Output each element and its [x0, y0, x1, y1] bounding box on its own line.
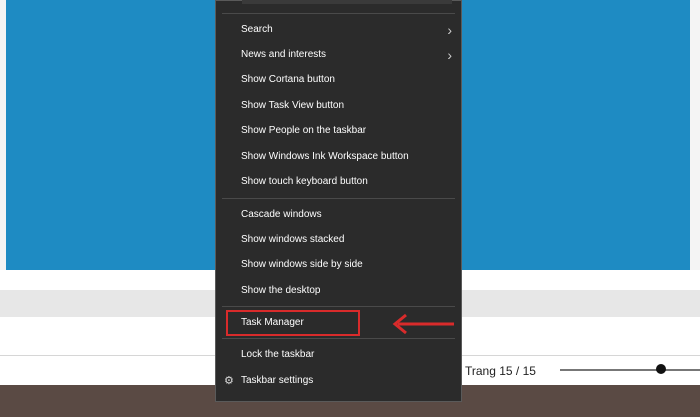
window-left-gutter	[0, 0, 6, 270]
menu-item-label: News and interests	[241, 49, 327, 60]
menu-separator	[222, 306, 455, 307]
menu-item-show-windows-side-by-side[interactable]: Show windows side by side	[215, 253, 462, 277]
menu-item-label: Show touch keyboard button	[241, 176, 368, 187]
menu-item-show-cortana-button[interactable]: Show Cortana button	[215, 68, 462, 92]
taskbar-context-menu: Search › News and interests › Show Corta…	[215, 0, 462, 402]
menu-item-label: Show windows side by side	[241, 259, 363, 270]
menu-item-label: Lock the taskbar	[241, 349, 315, 360]
menu-item-label: Taskbar settings	[241, 375, 314, 386]
task-manager-highlight-box	[226, 310, 360, 336]
page-indicator: Trang 15 / 15	[465, 364, 536, 378]
menu-item-label: Cascade windows	[241, 209, 322, 220]
menu-item-show-task-view-button[interactable]: Show Task View button	[215, 94, 462, 118]
menu-item-taskbar-settings[interactable]: ⚙ Taskbar settings	[215, 369, 462, 393]
menu-item-show-ink-workspace[interactable]: Show Windows Ink Workspace button	[215, 145, 462, 169]
menu-item-label: Show Windows Ink Workspace button	[241, 151, 409, 162]
menu-item-label: Show Cortana button	[241, 74, 335, 85]
menu-separator	[222, 198, 455, 199]
menu-item-label: Show Task View button	[241, 100, 345, 111]
menu-item-show-the-desktop[interactable]: Show the desktop	[215, 279, 462, 303]
menu-separator	[222, 13, 455, 14]
menu-top-fragment	[242, 0, 452, 4]
menu-item-show-people[interactable]: Show People on the taskbar	[215, 119, 462, 143]
zoom-slider-thumb[interactable]	[656, 364, 666, 374]
menu-item-lock-the-taskbar[interactable]: Lock the taskbar	[215, 343, 462, 367]
menu-item-show-windows-stacked[interactable]: Show windows stacked	[215, 228, 462, 252]
zoom-slider-track[interactable]	[560, 369, 700, 371]
menu-item-search[interactable]: Search ›	[215, 18, 462, 42]
menu-item-label: Show windows stacked	[241, 234, 345, 245]
menu-separator	[222, 338, 455, 339]
window-right-gutter	[690, 0, 700, 270]
menu-item-label: Show the desktop	[241, 285, 321, 296]
chevron-right-icon: ›	[447, 22, 452, 38]
menu-item-show-touch-keyboard[interactable]: Show touch keyboard button	[215, 170, 462, 194]
left-arrow-icon	[392, 313, 454, 335]
menu-item-label: Search	[241, 24, 273, 35]
menu-item-cascade-windows[interactable]: Cascade windows	[215, 203, 462, 227]
menu-item-news-and-interests[interactable]: News and interests ›	[215, 43, 462, 67]
menu-item-label: Show People on the taskbar	[241, 125, 367, 136]
chevron-right-icon: ›	[447, 47, 452, 63]
gear-icon: ⚙	[224, 375, 234, 387]
